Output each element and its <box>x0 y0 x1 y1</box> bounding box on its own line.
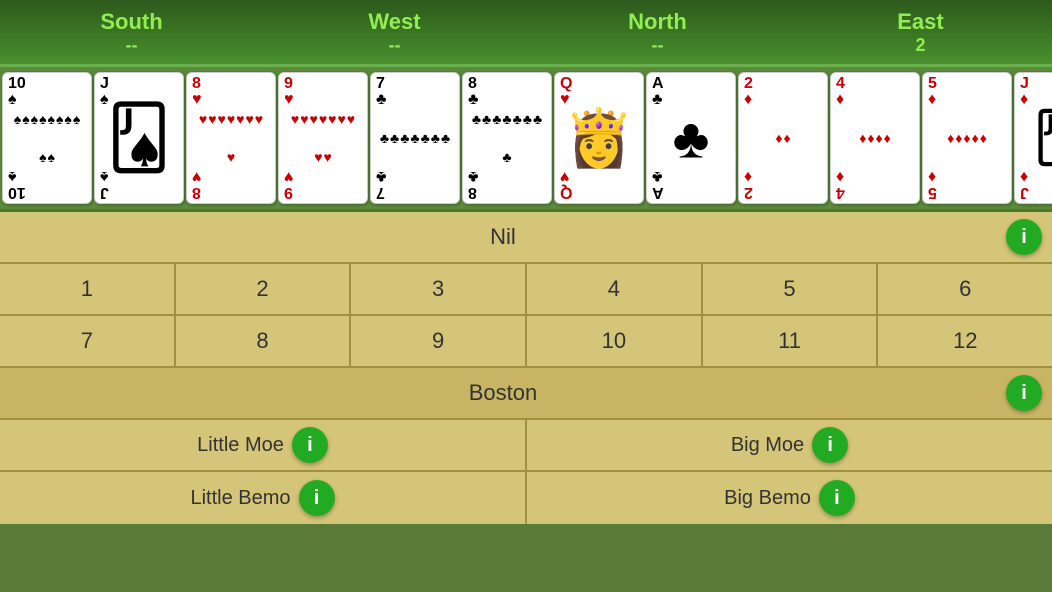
card-jd: J♦ 🂻 J♦ <box>1014 72 1052 204</box>
north-sub: -- <box>652 35 664 56</box>
west-label: West <box>368 9 420 35</box>
boston-info-button[interactable]: i <box>1006 375 1042 411</box>
little-moe-cell[interactable]: Little Moe i <box>0 420 527 470</box>
big-bemo-info-button[interactable]: i <box>819 480 855 516</box>
big-moe-cell[interactable]: Big Moe i <box>527 420 1052 470</box>
card-9h: 9♥ ♥♥♥ ♥♥♥ ♥♥♥ 9♥ <box>278 72 368 204</box>
little-moe-info-button[interactable]: i <box>292 427 328 463</box>
card-8h: 8♥ ♥♥♥ ♥♥♥ ♥♥ 8♥ <box>186 72 276 204</box>
card-ac: A♣ ♣ A♣ <box>646 72 736 204</box>
cards-area: 10♠ ♠♠♠ ♠♠♠ ♠♠♠ ♠ 10♠ J♠ 🂫 J♠ 8♥ ♥♥♥ ♥♥♥… <box>0 67 1052 212</box>
west-sub: -- <box>389 35 401 56</box>
number-1[interactable]: 1 <box>0 264 176 314</box>
east-label: East <box>897 9 943 35</box>
number-9[interactable]: 9 <box>351 316 527 366</box>
boston-label: Boston <box>0 380 1006 406</box>
little-bemo-info-button[interactable]: i <box>299 480 335 516</box>
header: South -- West -- North -- East 2 <box>0 0 1052 67</box>
south-sub: -- <box>126 35 138 56</box>
north-label: North <box>628 9 687 35</box>
numbers-row-2: 7 8 9 10 11 12 <box>0 316 1052 368</box>
bottom-area: Nil i 1 2 3 4 5 6 7 8 9 10 11 12 Boston … <box>0 212 1052 524</box>
south-label: South <box>100 9 162 35</box>
east-sub: 2 <box>915 35 925 56</box>
moe-row: Little Moe i Big Moe i <box>0 420 1052 472</box>
bemo-row: Little Bemo i Big Bemo i <box>0 472 1052 524</box>
number-10[interactable]: 10 <box>527 316 703 366</box>
header-south: South -- <box>0 0 263 64</box>
number-5[interactable]: 5 <box>703 264 879 314</box>
numbers-row-1: 1 2 3 4 5 6 <box>0 264 1052 316</box>
card-4d: 4♦ ♦♦ ♦♦ 4♦ <box>830 72 920 204</box>
header-east: East 2 <box>789 0 1052 64</box>
number-7[interactable]: 7 <box>0 316 176 366</box>
card-7c: 7♣ ♣♣♣ ♣♣♣ ♣ 7♣ <box>370 72 460 204</box>
card-js: J♠ 🂫 J♠ <box>94 72 184 204</box>
number-4[interactable]: 4 <box>527 264 703 314</box>
nil-row: Nil i <box>0 212 1052 264</box>
little-bemo-label: Little Bemo <box>190 487 290 510</box>
number-3[interactable]: 3 <box>351 264 527 314</box>
header-west: West -- <box>263 0 526 64</box>
big-bemo-cell[interactable]: Big Bemo i <box>527 472 1052 524</box>
card-8c: 8♣ ♣♣♣ ♣♣♣ ♣♣ 8♣ <box>462 72 552 204</box>
card-qh: Q♥ 👸 Q♥ <box>554 72 644 204</box>
nil-info-button[interactable]: i <box>1006 219 1042 255</box>
big-moe-label: Big Moe <box>731 434 804 457</box>
little-moe-label: Little Moe <box>197 434 284 457</box>
number-8[interactable]: 8 <box>176 316 352 366</box>
number-11[interactable]: 11 <box>703 316 879 366</box>
header-north: North -- <box>526 0 789 64</box>
nil-label: Nil <box>0 224 1006 250</box>
big-bemo-label: Big Bemo <box>724 487 811 510</box>
number-12[interactable]: 12 <box>878 316 1052 366</box>
card-5d: 5♦ ♦♦ ♦♦ ♦ 5♦ <box>922 72 1012 204</box>
card-2d: 2♦ ♦♦ 2♦ <box>738 72 828 204</box>
number-6[interactable]: 6 <box>878 264 1052 314</box>
number-2[interactable]: 2 <box>176 264 352 314</box>
big-moe-info-button[interactable]: i <box>812 427 848 463</box>
little-bemo-cell[interactable]: Little Bemo i <box>0 472 527 524</box>
card-10s: 10♠ ♠♠♠ ♠♠♠ ♠♠♠ ♠ 10♠ <box>2 72 92 204</box>
boston-row: Boston i <box>0 368 1052 420</box>
